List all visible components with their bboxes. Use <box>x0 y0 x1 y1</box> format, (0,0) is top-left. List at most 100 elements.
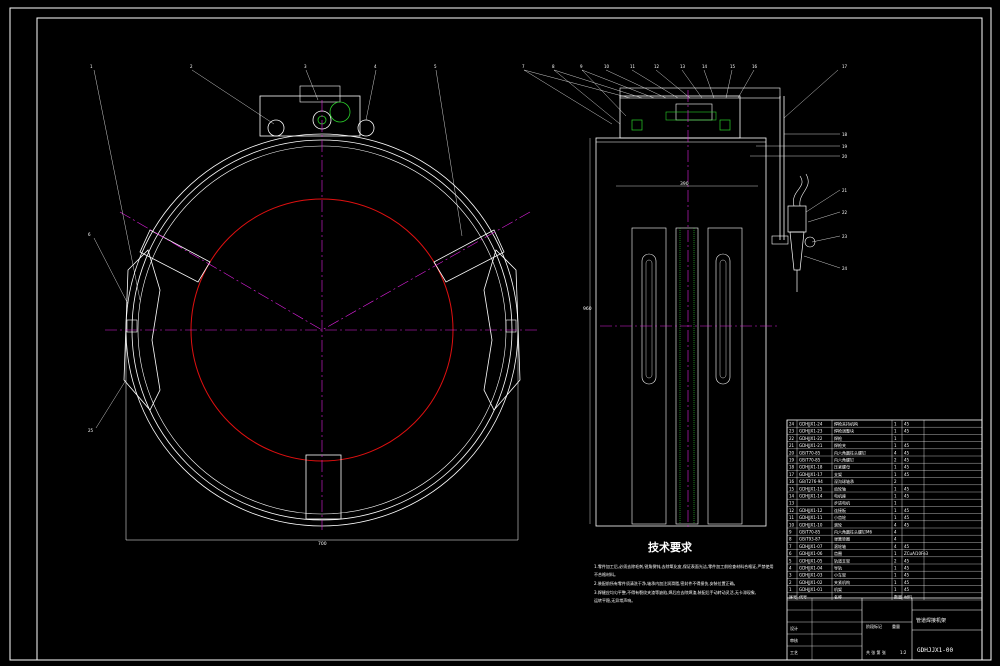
bom-cell: 45 <box>904 472 910 477</box>
bom-cell: GDHJJX1-01 <box>799 587 823 592</box>
bom-cell: 焊枪夹持机构 <box>834 421 858 427</box>
callout-15: 15 <box>730 64 736 69</box>
bom-cell: 20 <box>789 450 795 455</box>
callout-leader <box>703 69 715 99</box>
callout-10: 10 <box>604 64 610 69</box>
bom-cell: 45 <box>904 429 910 434</box>
bom-cell: 导轨 <box>834 565 842 571</box>
bom-cell: 1 <box>894 573 897 578</box>
callout-20: 20 <box>842 154 848 159</box>
bom-cell: 45 <box>904 494 910 499</box>
tech-requirements: 技术要求 1.零件加工后,必须去除毛刺,锐角倒钝,去除氧化皮,保证表面光洁,零件… <box>594 540 773 603</box>
bom-cell: 12 <box>789 508 795 513</box>
callout-25: 25 <box>88 428 94 433</box>
bom-cell: 45 <box>904 486 910 491</box>
bom-cell: 1 <box>894 566 897 571</box>
callout-leader <box>725 69 733 99</box>
bom-cell: 14 <box>789 494 795 499</box>
bom-cell: 4 <box>894 537 897 542</box>
front-view: 700 1 2 3 4 5 6 25 <box>88 64 540 547</box>
callout-22: 22 <box>842 210 848 215</box>
callout-4: 4 <box>374 64 377 69</box>
drawing-number: GDHJJX1-00 <box>917 647 954 654</box>
tb-stage: 阶段标记 <box>866 623 882 629</box>
bom-cell: 焊枪夹 <box>834 442 846 448</box>
bom-cell: 1 <box>894 429 897 434</box>
bom-cell: 45 <box>904 422 910 427</box>
bom-cell: 齿轮轴 <box>834 485 846 491</box>
bom-cell: 45 <box>904 522 910 527</box>
bom-cell: GDHJJX1-06 <box>799 551 823 556</box>
bom-cell: 9 <box>789 530 792 535</box>
callout-8: 8 <box>552 64 555 69</box>
bom-cell: 23 <box>789 429 795 434</box>
tech-req-line-2: 不合格材料。 <box>594 571 618 577</box>
dim-front-width: 700 <box>318 541 327 547</box>
bom-cell: ZCuAl10Fe3 <box>904 551 929 556</box>
bom-cell: 2 <box>789 580 792 585</box>
callout-leader <box>605 69 667 99</box>
bom-cell: 步进电机 <box>834 500 850 506</box>
bom-cell: 45 <box>904 587 910 592</box>
bom-cell: 焊枪 <box>834 435 842 441</box>
bom-cell: 22 <box>789 436 795 441</box>
bom-cell: 18 <box>789 465 795 470</box>
bom-cell: 轨道支架 <box>834 557 850 563</box>
bom-cell: GDHJJX1-02 <box>799 580 823 585</box>
callout-leader <box>631 69 679 99</box>
tech-req-line-1: 1.零件加工后,必须去除毛刺,锐角倒钝,去除氧化皮,保证表面光洁,零件加工前检查… <box>594 563 773 569</box>
bom-cell: 1 <box>894 436 897 441</box>
callout-16: 16 <box>752 64 758 69</box>
bom-cell: GB/T276-94 <box>799 479 823 484</box>
bom-cell: 1 <box>894 472 897 477</box>
bom-cell: 6 <box>789 551 792 556</box>
bom-cell: GDHJJX1-15 <box>799 486 823 491</box>
bom-cell: 4 <box>894 522 897 527</box>
bom-cell: 机架 <box>834 586 842 592</box>
bom-cell: GDHJJX1-22 <box>799 436 823 441</box>
callout-5: 5 <box>434 64 437 69</box>
callout-18: 18 <box>842 132 848 137</box>
bom-cell: 1 <box>894 443 897 448</box>
bom-cell: 45 <box>904 544 910 549</box>
bom-cell: GDHJJX1-24 <box>799 422 823 427</box>
bom-cell: 24 <box>789 422 795 427</box>
bom-cell: 小齿轮 <box>834 514 846 520</box>
bom-cell: GB/T70-85 <box>799 458 821 463</box>
bom-cell: 1 <box>894 551 897 556</box>
bom-cell: GDHJJX1-10 <box>799 522 823 527</box>
bom-cell: 弹簧垫圈 <box>834 536 850 542</box>
callout-13: 13 <box>680 64 686 69</box>
bom-cell: 45 <box>904 566 910 571</box>
bom-cell: GDHJJX1-21 <box>799 443 823 448</box>
tb-title-name: 管道焊接机架 <box>916 617 946 624</box>
tech-req-line-5: 运转平稳,无异常声响。 <box>594 597 635 603</box>
tb-sheet: 共 张 第 张 <box>866 649 886 655</box>
bom-header-cell: 材料 <box>904 593 912 599</box>
bom-cell: 45 <box>904 515 910 520</box>
dim-side-width: 390 <box>680 181 689 187</box>
bom-cell: 支架 <box>834 471 842 477</box>
bom-cell: 夹紧机构 <box>834 579 850 585</box>
callout-1: 1 <box>90 64 93 69</box>
bom-table: 24 GDHJJX1-24 焊枪夹持机构 1 4523 GDHJJX1-23 焊枪调整块 1 4… <box>786 420 983 601</box>
callout-3: 3 <box>304 64 307 69</box>
bom-cell: GDHJJX1-17 <box>799 472 823 477</box>
bom-cell: 1 <box>894 486 897 491</box>
bom-cell: 3 <box>789 573 792 578</box>
bom-cell: 15 <box>789 486 795 491</box>
bom-cell: 滚轮轴 <box>834 543 846 549</box>
bom-cell: 小车架 <box>834 572 846 578</box>
bom-cell: 45 <box>904 450 910 455</box>
title-block: 24 GDHJJX1-24 焊枪夹持机构 1 4523 GDHJJX1-23 焊枪调整块 1 4… <box>786 419 983 661</box>
bom-cell: 45 <box>904 558 910 563</box>
bom-cell: 45 <box>904 465 910 470</box>
cad-drawing: 700 1 2 3 4 5 6 25 390 960 7 8 9 10 11 1… <box>9 7 992 661</box>
callout-leader <box>553 69 643 99</box>
bom-cell: 1 <box>894 494 897 499</box>
bom-cell: 4 <box>894 450 897 455</box>
callout-2: 2 <box>190 64 193 69</box>
callout-6: 6 <box>88 232 91 237</box>
tb-process: 工艺 <box>790 650 798 655</box>
bom-cell: 4 <box>894 530 897 535</box>
